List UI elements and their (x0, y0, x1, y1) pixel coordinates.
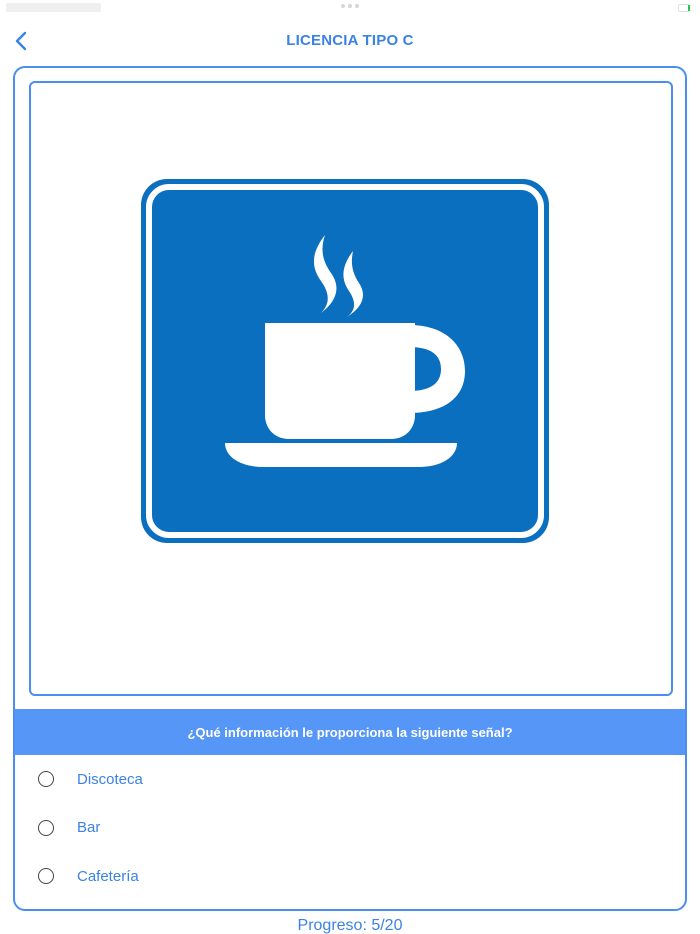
answer-option-discoteca[interactable]: Discoteca (15, 755, 685, 804)
answer-option-cafeteria[interactable]: Cafetería (15, 852, 685, 901)
question-banner: ¿Qué información le proporciona la sigui… (15, 709, 685, 755)
radio-button[interactable] (38, 819, 54, 836)
sign-image-frame (29, 81, 673, 696)
question-card: ¿Qué información le proporciona la sigui… (13, 66, 687, 911)
radio-button[interactable] (38, 868, 54, 885)
status-bar (0, 0, 700, 18)
status-bar-carrier (6, 3, 101, 12)
page-title: LICENCIA TIPO C (286, 32, 414, 49)
answer-options: Discoteca Bar Cafetería (15, 755, 685, 901)
progress-label: Progreso: 5/20 (297, 917, 403, 934)
answer-option-label: Bar (77, 819, 101, 837)
navigation-bar: LICENCIA TIPO C (0, 24, 700, 60)
multitasking-dots-icon (341, 4, 359, 8)
coffee-cup-icon (141, 179, 549, 543)
answer-option-label: Cafetería (77, 867, 139, 885)
answer-option-bar[interactable]: Bar (15, 804, 685, 853)
answer-option-label: Discoteca (77, 770, 143, 788)
question-text: ¿Qué información le proporciona la sigui… (187, 724, 513, 740)
radio-button[interactable] (38, 771, 54, 788)
battery-icon (678, 4, 692, 12)
